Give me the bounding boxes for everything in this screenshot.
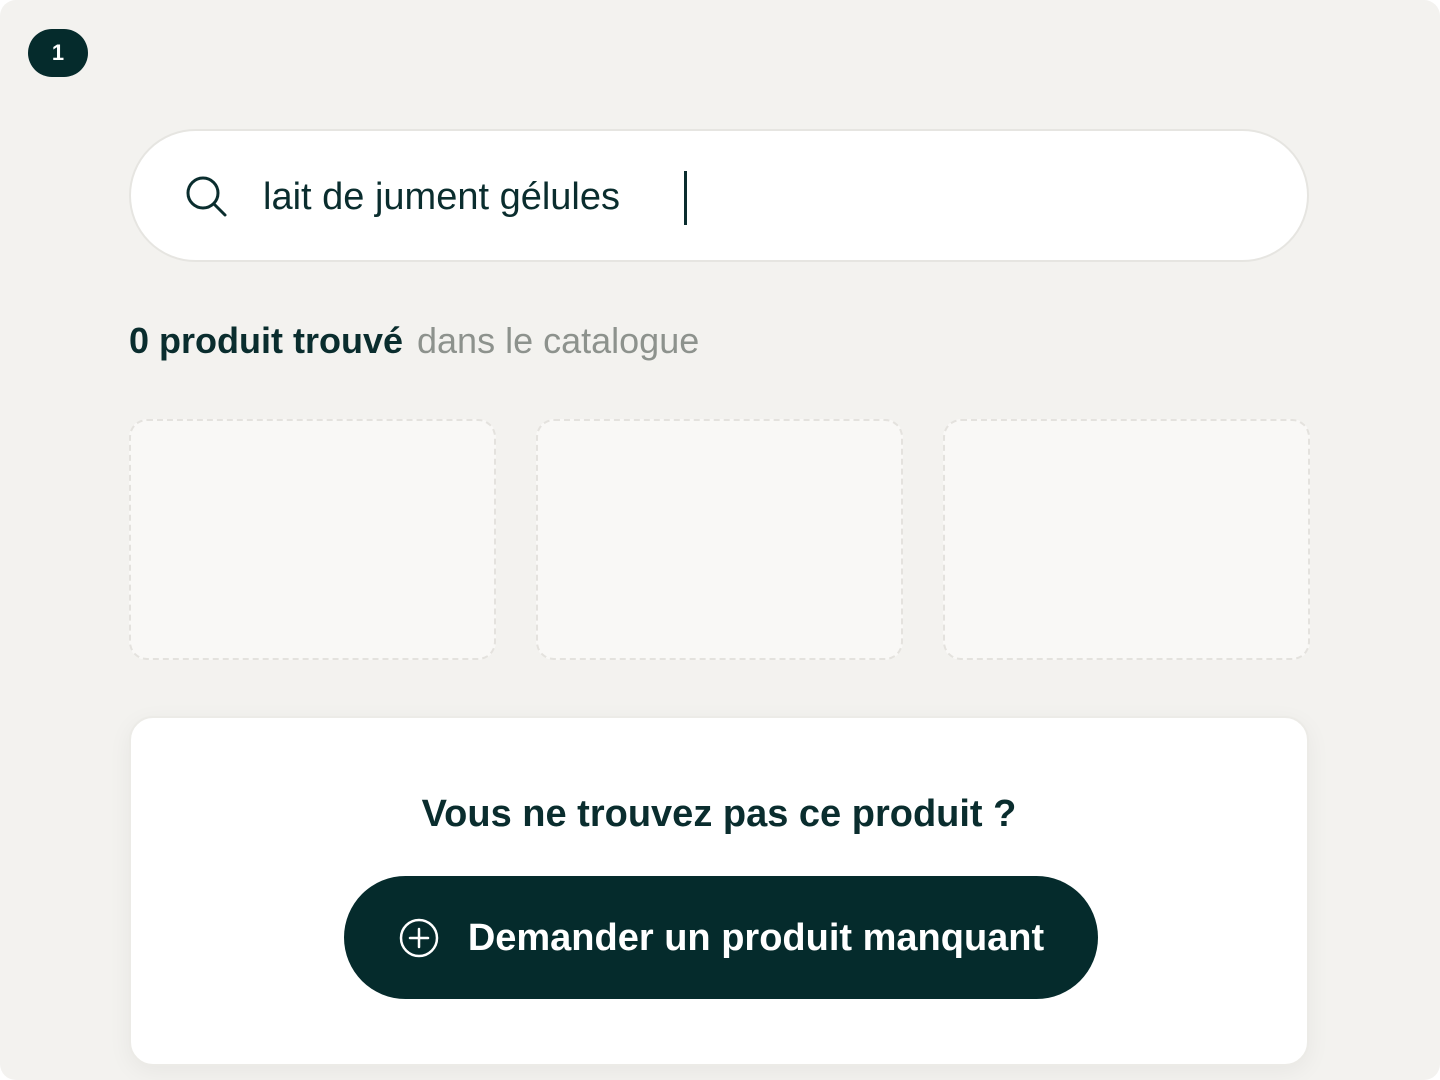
search-bar[interactable]: lait de jument gélules: [129, 129, 1309, 262]
request-button-label: Demander un produit manquant: [467, 916, 1045, 959]
empty-product-card: [943, 419, 1310, 660]
missing-product-title: Vous ne trouvez pas ce produit ?: [421, 793, 1017, 835]
step-badge: 1: [28, 29, 88, 77]
missing-product-panel: Vous ne trouvez pas ce produit ? Demande…: [129, 716, 1309, 1066]
step-number: 1: [51, 40, 65, 65]
results-count: 0 produit trouvé: [129, 320, 404, 361]
search-icon: [186, 176, 227, 217]
results-context: dans le catalogue: [417, 320, 700, 361]
plus-circle-icon: [399, 918, 439, 957]
app-frame: 1 lait de jument gélules 0 produit trouv…: [0, 0, 1440, 1080]
request-missing-product-button[interactable]: Demander un produit manquant: [344, 876, 1098, 999]
search-input[interactable]: lait de jument gélules: [263, 171, 620, 223]
text-cursor: [684, 171, 687, 225]
empty-product-card: [129, 419, 496, 660]
empty-product-card: [536, 419, 903, 660]
results-summary: 0 produit trouvé dans le catalogue: [129, 318, 699, 364]
